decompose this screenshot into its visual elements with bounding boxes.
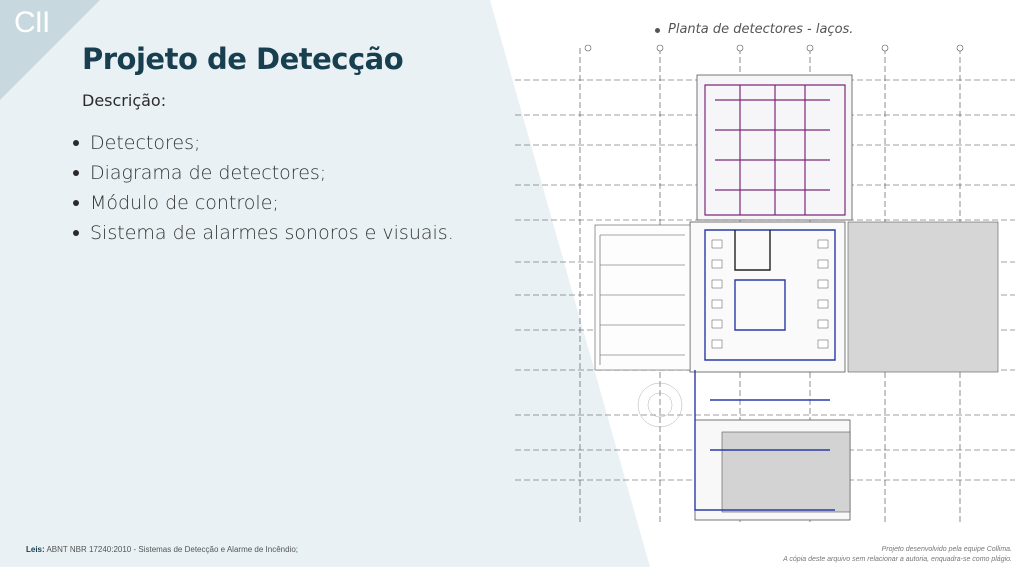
laws-text: ABNT NBR 17240:2010 - Sistemas de Detecç…	[46, 545, 298, 554]
footer-laws: Leis: ABNT NBR 17240:2010 - Sistemas de …	[26, 545, 298, 554]
laws-label: Leis:	[26, 545, 45, 554]
bullet-item: Detectores;	[70, 128, 454, 158]
page-title: Projeto de Detecção	[82, 42, 404, 76]
bullet-item: Sistema de alarmes sonoros e visuais.	[70, 218, 454, 248]
credit-line-2: A cópia deste arquivo sem relacionar a a…	[783, 556, 1012, 563]
plan-caption: Planta de detectores - laços.	[654, 22, 854, 37]
bullet-item: Diagrama de detectores;	[70, 158, 454, 188]
logo: CII	[14, 6, 50, 39]
subtitle: Descrição:	[82, 91, 167, 110]
footer-credit: Projeto desenvolvido pela equipe Collima…	[783, 545, 1012, 565]
credit-line-1: Projeto desenvolvido pela equipe Collima…	[881, 546, 1012, 553]
detector-floor-plan	[515, 44, 1015, 525]
bullet-list: Detectores; Diagrama de detectores; Módu…	[70, 128, 454, 248]
bullet-item: Módulo de controle;	[70, 188, 454, 218]
